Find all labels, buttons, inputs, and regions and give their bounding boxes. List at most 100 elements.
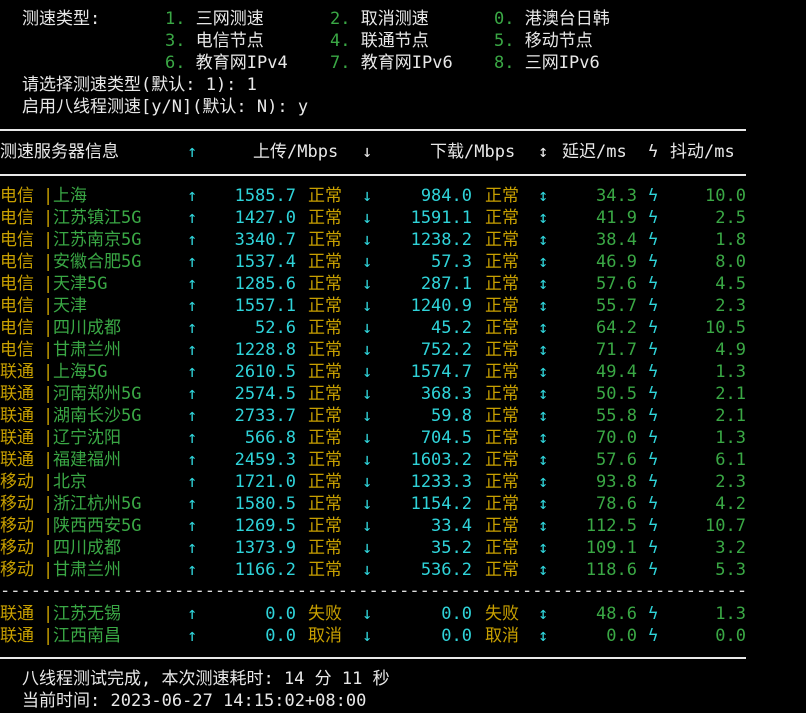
down-arrow-icon: ↓ <box>362 516 373 536</box>
bolt-icon: ϟ <box>648 340 659 360</box>
jitter-value: 1.3 <box>715 362 746 382</box>
table-row: 联通 | 江西南昌 ↑ 0.0 取消 ↓ 0.0 取消 ↕ 0.0 ϟ 0.0 <box>0 625 806 647</box>
up-arrow-icon: ↑ <box>187 516 198 536</box>
table-row: 移动 | 浙江杭州5G ↑ 1580.5 正常 ↓ 1154.2 正常 ↕ 78.6 ϟ 4.2 <box>0 493 806 515</box>
location-name: 北京 <box>53 472 87 492</box>
up-arrow-icon: ↑ <box>187 406 198 426</box>
jitter-value: 3.2 <box>715 538 746 558</box>
menu-label: 测速类型: <box>22 9 101 29</box>
download-value: 536.2 <box>420 560 472 580</box>
upload-status: 正常 <box>308 472 342 492</box>
jitter-value: 4.5 <box>715 274 746 294</box>
upload-value: 1721.0 <box>234 472 296 492</box>
location-name: 河南郑州5G <box>53 384 142 404</box>
location-name: 江苏南京5G <box>53 230 142 250</box>
jitter-value: 10.0 <box>705 186 746 206</box>
upload-status: 正常 <box>308 208 342 228</box>
download-status: 失败 <box>485 604 519 624</box>
up-arrow-icon: ↑ <box>187 186 198 206</box>
download-status: 取消 <box>485 626 519 646</box>
download-status: 正常 <box>485 362 519 382</box>
upload-status: 正常 <box>308 186 342 206</box>
table-row: 电信 | 甘肃兰州 ↑ 1228.8 正常 ↓ 752.2 正常 ↕ 71.7 ϟ 4.9 <box>0 339 806 361</box>
table-row: 电信 | 天津5G ↑ 1285.6 正常 ↓ 287.1 正常 ↕ 57.6 ϟ 4.5 <box>0 273 806 295</box>
download-status: 正常 <box>485 428 519 448</box>
updown-arrow-icon: ↕ <box>538 186 549 206</box>
table-row: 移动 | 甘肃兰州 ↑ 1166.2 正常 ↓ 536.2 正常 ↕ 118.6 ϟ 5.3 <box>0 559 806 581</box>
table-row: 联通 | 福建福州 ↑ 2459.3 正常 ↓ 1603.2 正常 ↕ 57.6 ϟ 6.1 <box>0 449 806 471</box>
down-arrow-icon: ↓ <box>362 538 373 558</box>
jitter-value: 2.3 <box>715 296 746 316</box>
location-name: 江西南昌 <box>53 626 121 646</box>
upload-value: 2733.7 <box>234 406 296 426</box>
location-name: 上海5G <box>53 362 108 382</box>
menu-option-5: 5. 移动节点 <box>494 31 593 51</box>
column-separator: | <box>43 296 54 316</box>
up-arrow-icon: ↑ <box>187 450 198 470</box>
upload-status: 正常 <box>308 252 342 272</box>
upload-value: 1580.5 <box>234 494 296 514</box>
location-name: 四川成都 <box>53 318 121 338</box>
bolt-icon: ϟ <box>648 142 659 162</box>
down-arrow-icon: ↓ <box>362 296 373 316</box>
updown-arrow-icon: ↕ <box>538 362 549 382</box>
column-separator: | <box>43 604 54 624</box>
table-header: 测速服务器信息 ↑ 上传/Mbps ↓ 下载/Mbps ↕ 延迟/ms ϟ 抖动… <box>0 141 806 163</box>
upload-value: 2610.5 <box>234 362 296 382</box>
table-row: 联通 | 河南郑州5G ↑ 2574.5 正常 ↓ 368.3 正常 ↕ 50.5 ϟ 2.1 <box>0 383 806 405</box>
jitter-value: 4.2 <box>715 494 746 514</box>
updown-arrow-icon: ↕ <box>538 516 549 536</box>
menu-option-4: 4. 联通节点 <box>330 31 429 51</box>
download-status: 正常 <box>485 340 519 360</box>
location-name: 四川成都 <box>53 538 121 558</box>
table-row: 电信 | 天津 ↑ 1557.1 正常 ↓ 1240.9 正常 ↕ 55.7 ϟ 2.3 <box>0 295 806 317</box>
down-arrow-icon: ↓ <box>362 186 373 206</box>
upload-value: 1269.5 <box>234 516 296 536</box>
location-name: 上海 <box>53 186 87 206</box>
down-arrow-icon: ↓ <box>362 626 373 646</box>
latency-value: 55.7 <box>596 296 637 316</box>
menu-option-6: 6. 教育网IPv4 <box>165 53 288 73</box>
up-arrow-icon: ↑ <box>187 604 198 624</box>
up-arrow-icon: ↑ <box>187 560 198 580</box>
isp-name: 移动 <box>0 560 34 580</box>
upload-value: 1285.6 <box>234 274 296 294</box>
download-status: 正常 <box>485 472 519 492</box>
down-arrow-icon: ↓ <box>362 274 373 294</box>
jitter-value: 2.1 <box>715 384 746 404</box>
upload-value: 566.8 <box>244 428 296 448</box>
upload-value: 52.6 <box>255 318 296 338</box>
down-arrow-icon: ↓ <box>362 252 373 272</box>
top-rule <box>0 129 746 131</box>
jitter-value: 1.3 <box>715 428 746 448</box>
column-separator: | <box>43 252 54 272</box>
up-arrow-icon: ↑ <box>187 252 198 272</box>
download-value: 1238.2 <box>410 230 472 250</box>
jitter-value: 2.1 <box>715 406 746 426</box>
download-value: 287.1 <box>420 274 472 294</box>
location-name: 浙江杭州5G <box>53 494 142 514</box>
jitter-value: 6.1 <box>715 450 746 470</box>
up-arrow-icon: ↑ <box>187 362 198 382</box>
updown-arrow-icon: ↕ <box>538 296 549 316</box>
latency-value: 93.8 <box>596 472 637 492</box>
column-separator: | <box>43 406 54 426</box>
table-row: 移动 | 四川成都 ↑ 1373.9 正常 ↓ 35.2 正常 ↕ 109.1 ϟ 3.2 <box>0 537 806 559</box>
table-row: 电信 | 安徽合肥5G ↑ 1537.4 正常 ↓ 57.3 正常 ↕ 46.9 ϟ 8.0 <box>0 251 806 273</box>
location-name: 天津5G <box>53 274 108 294</box>
down-arrow-icon: ↓ <box>362 406 373 426</box>
location-name: 甘肃兰州 <box>53 560 121 580</box>
isp-name: 联通 <box>0 604 34 624</box>
latency-value: 57.6 <box>596 450 637 470</box>
done-message: 八线程测试完成, 本次测速耗时: 14 分 11 秒 <box>22 669 390 689</box>
latency-value: 46.9 <box>596 252 637 272</box>
isp-name: 联通 <box>0 450 34 470</box>
updown-arrow-icon: ↕ <box>538 340 549 360</box>
menu-option-3: 3. 电信节点 <box>165 31 264 51</box>
isp-name: 电信 <box>0 340 34 360</box>
updown-arrow-icon: ↕ <box>538 626 549 646</box>
updown-arrow-icon: ↕ <box>538 384 549 404</box>
updown-arrow-icon: ↕ <box>538 560 549 580</box>
latency-value: 118.6 <box>585 560 637 580</box>
jitter-value: 4.9 <box>715 340 746 360</box>
